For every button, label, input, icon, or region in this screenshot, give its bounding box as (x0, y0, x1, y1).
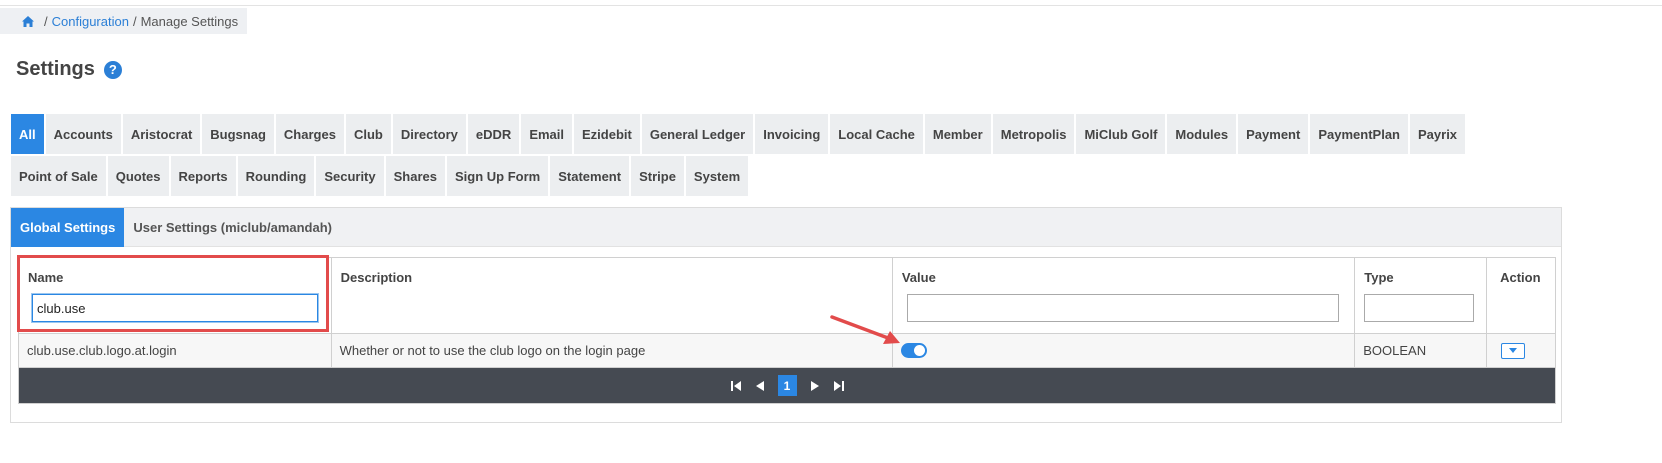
setting-type-cell: BOOLEAN (1355, 334, 1488, 367)
category-tabs-row: Point of Sale Quotes Reports Rounding Securi… (11, 156, 1511, 196)
tab-rounding[interactable]: Rounding (237, 156, 315, 196)
tab-member[interactable]: Member (924, 114, 991, 154)
page-number-button[interactable]: 1 (777, 375, 797, 396)
column-name: Name (19, 258, 332, 333)
tab-global-settings[interactable]: Global Settings (11, 208, 125, 247)
column-name-label[interactable]: Name (28, 270, 322, 288)
tab-user-settings[interactable]: User Settings (miclub/amandah) (124, 208, 341, 247)
pager: 1 (19, 368, 1555, 403)
settings-scope-tabs: Global Settings User Settings (miclub/am… (11, 208, 1561, 247)
tab-stripe[interactable]: Stripe (631, 156, 684, 196)
row-action-dropdown-button[interactable] (1501, 342, 1526, 359)
tab-modules[interactable]: Modules (1167, 114, 1237, 154)
tab-metropolis[interactable]: Metropolis (992, 114, 1075, 154)
column-value: Value (893, 258, 1356, 333)
tab-miclub-golf[interactable]: MiClub Golf (1076, 114, 1166, 154)
settings-panel: Global Settings User Settings (miclub/am… (10, 207, 1562, 423)
tab-club[interactable]: Club (345, 114, 391, 154)
tab-payment[interactable]: Payment (1238, 114, 1309, 154)
tab-system[interactable]: System (685, 156, 749, 196)
setting-action-cell (1487, 334, 1555, 367)
tab-directory[interactable]: Directory (392, 114, 466, 154)
column-description-label[interactable]: Description (341, 270, 883, 288)
table-row[interactable]: club.use.club.logo.at.login Whether or n… (19, 334, 1555, 368)
question-circle-icon[interactable]: ? (103, 60, 122, 79)
breadcrumb-link-configuration[interactable]: Configuration (52, 14, 129, 29)
setting-description-cell: Whether or not to use the club logo on t… (332, 334, 893, 367)
column-type-label[interactable]: Type (1364, 270, 1477, 288)
setting-value-cell (893, 334, 1356, 367)
breadcrumb-separator: / (44, 13, 48, 29)
value-filter-input[interactable] (906, 294, 1339, 322)
tab-reports[interactable]: Reports (170, 156, 236, 196)
name-filter-input[interactable] (32, 294, 318, 322)
caret-down-icon (1509, 348, 1518, 353)
top-border (0, 0, 1662, 6)
tab-invoicing[interactable]: Invoicing (755, 114, 829, 154)
tab-ezidebit[interactable]: Ezidebit (574, 114, 640, 154)
tab-charges[interactable]: Charges (275, 114, 344, 154)
tab-email[interactable]: Email (521, 114, 572, 154)
type-filter-input[interactable] (1364, 294, 1475, 322)
tab-aristocrat[interactable]: Aristocrat (122, 114, 201, 154)
tab-paymentplan[interactable]: PaymentPlan (1310, 114, 1408, 154)
page-title: Settings (16, 58, 95, 80)
previous-page-icon[interactable] (750, 376, 770, 396)
value-toggle-switch[interactable] (900, 343, 927, 358)
column-type: Type (1355, 258, 1488, 333)
grid-header-row: Name Description Value Type Action (19, 258, 1555, 334)
tab-eddr[interactable]: eDDR (467, 114, 520, 154)
breadcrumb: / Configuration / Manage Settings (0, 8, 247, 34)
tab-quotes[interactable]: Quotes (107, 156, 169, 196)
tab-shares[interactable]: Shares (385, 156, 445, 196)
column-action: Action (1487, 258, 1555, 333)
settings-grid: Name Description Value Type Action club.… (18, 257, 1556, 404)
column-action-label: Action (1500, 270, 1541, 285)
tab-all[interactable]: All (11, 114, 44, 154)
column-description: Description (332, 258, 893, 333)
tab-general-ledger[interactable]: General Ledger (641, 114, 754, 154)
last-page-icon[interactable] (829, 376, 849, 396)
tab-payrix[interactable]: Payrix (1410, 114, 1466, 154)
column-value-label[interactable]: Value (902, 270, 1345, 288)
next-page-icon[interactable] (805, 376, 825, 396)
category-tabs-row: All Accounts Aristocrat Bugsnag Charges Club D… (11, 114, 1511, 154)
first-page-icon[interactable] (726, 376, 746, 396)
category-tabs: All Accounts Aristocrat Bugsnag Charges Club D… (11, 114, 1511, 198)
tab-sign-up-form[interactable]: Sign Up Form (447, 156, 549, 196)
tab-point-of-sale[interactable]: Point of Sale (11, 156, 106, 196)
tab-security[interactable]: Security (316, 156, 384, 196)
tab-local-cache[interactable]: Local Cache (830, 114, 923, 154)
page-header: Settings ? (16, 58, 122, 81)
tab-bugsnag[interactable]: Bugsnag (202, 114, 274, 154)
breadcrumb-separator: / (132, 13, 137, 29)
home-icon[interactable] (22, 15, 34, 27)
tab-accounts[interactable]: Accounts (45, 114, 121, 154)
tab-statement[interactable]: Statement (550, 156, 630, 196)
breadcrumb-current: Manage Settings (140, 13, 239, 29)
setting-name-cell: club.use.club.logo.at.login (19, 334, 332, 367)
